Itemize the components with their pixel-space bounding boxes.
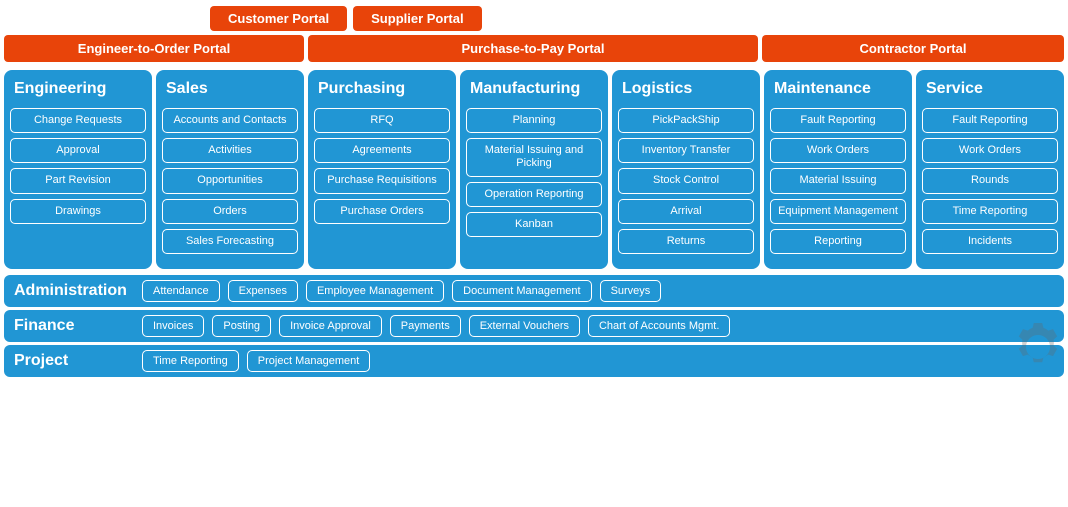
bottom-row-item[interactable]: Employee Management: [306, 280, 444, 302]
column-title: Manufacturing: [466, 80, 602, 98]
module-item[interactable]: Material Issuing: [770, 168, 906, 193]
column-title: Purchasing: [314, 80, 450, 98]
module-item[interactable]: Kanban: [466, 212, 602, 237]
module-item[interactable]: Opportunities: [162, 168, 298, 193]
column-title: Engineering: [10, 80, 146, 98]
module-item[interactable]: Purchase Requisitions: [314, 168, 450, 193]
module-item[interactable]: Fault Reporting: [770, 108, 906, 133]
wide-portal-banner: Engineer-to-Order Portal: [4, 35, 304, 62]
module-item[interactable]: Accounts and Contacts: [162, 108, 298, 133]
wide-portals-row: Engineer-to-Order PortalPurchase-to-Pay …: [0, 35, 1068, 62]
module-item[interactable]: Part Revision: [10, 168, 146, 193]
module-item[interactable]: Returns: [618, 229, 754, 254]
module-item[interactable]: Material Issuing and Picking: [466, 138, 602, 176]
module-item[interactable]: Incidents: [922, 229, 1058, 254]
module-item[interactable]: Purchase Orders: [314, 199, 450, 224]
column-title: Logistics: [618, 80, 754, 98]
wide-portal-banner: Contractor Portal: [762, 35, 1064, 62]
module-item[interactable]: Agreements: [314, 138, 450, 163]
module-item[interactable]: Change Requests: [10, 108, 146, 133]
bottom-row: Finance Invoices Posting Invoice Approval Pa…: [4, 310, 1064, 342]
bottom-row-item[interactable]: External Vouchers: [469, 315, 580, 337]
module-item[interactable]: PickPackShip: [618, 108, 754, 133]
main-columns: Engineering Change Requests Approval Part R…: [0, 66, 1068, 273]
module-column: Purchasing RFQ Agreements Purchase Requisit…: [308, 70, 456, 269]
bottom-row-item[interactable]: Time Reporting: [142, 350, 239, 372]
bottom-row-title: Project: [14, 352, 134, 370]
column-title: Sales: [162, 80, 298, 98]
module-item[interactable]: Rounds: [922, 168, 1058, 193]
module-item[interactable]: Stock Control: [618, 168, 754, 193]
module-item[interactable]: Activities: [162, 138, 298, 163]
bottom-row-item[interactable]: Chart of Accounts Mgmt.: [588, 315, 730, 337]
module-column: Sales Accounts and Contacts Activities Oppo…: [156, 70, 304, 269]
bottom-row-title: Administration: [14, 282, 134, 300]
module-column: Service Fault Reporting Work Orders Rounds T…: [916, 70, 1064, 269]
column-title: Maintenance: [770, 80, 906, 98]
bottom-row-item[interactable]: Posting: [212, 315, 271, 337]
bottom-row-item[interactable]: Payments: [390, 315, 461, 337]
module-item[interactable]: Drawings: [10, 199, 146, 224]
module-item[interactable]: Orders: [162, 199, 298, 224]
bottom-sections: Administration Attendance Expenses Employee…: [0, 275, 1068, 377]
module-column: Engineering Change Requests Approval Part R…: [4, 70, 152, 269]
module-column: Manufacturing Planning Material Issuing an…: [460, 70, 608, 269]
bottom-row-item[interactable]: Expenses: [228, 280, 298, 302]
module-item[interactable]: Fault Reporting: [922, 108, 1058, 133]
module-item[interactable]: Reporting: [770, 229, 906, 254]
bottom-row-item[interactable]: Surveys: [600, 280, 662, 302]
column-title: Service: [922, 80, 1058, 98]
module-column: Logistics PickPackShip Inventory Transfer S…: [612, 70, 760, 269]
bottom-row-item[interactable]: Attendance: [142, 280, 220, 302]
module-item[interactable]: Inventory Transfer: [618, 138, 754, 163]
wide-portal-banner: Purchase-to-Pay Portal: [308, 35, 758, 62]
module-item[interactable]: RFQ: [314, 108, 450, 133]
module-item[interactable]: Work Orders: [922, 138, 1058, 163]
bottom-row-item[interactable]: Project Management: [247, 350, 371, 372]
bottom-row-item[interactable]: Invoice Approval: [279, 315, 382, 337]
bottom-row-item[interactable]: Invoices: [142, 315, 204, 337]
module-column: Maintenance Fault Reporting Work Orders Mat…: [764, 70, 912, 269]
top-portals-row: Customer PortalSupplier Portal: [0, 0, 1068, 35]
module-item[interactable]: Work Orders: [770, 138, 906, 163]
bottom-row-item[interactable]: Document Management: [452, 280, 591, 302]
bottom-row: Project Time Reporting Project Management: [4, 345, 1064, 377]
module-item[interactable]: Sales Forecasting: [162, 229, 298, 254]
module-item[interactable]: Approval: [10, 138, 146, 163]
gear-icon: [1008, 317, 1068, 377]
module-item[interactable]: Time Reporting: [922, 199, 1058, 224]
bottom-row-title: Finance: [14, 317, 134, 335]
module-item[interactable]: Operation Reporting: [466, 182, 602, 207]
bottom-row: Administration Attendance Expenses Employee…: [4, 275, 1064, 307]
module-item[interactable]: Arrival: [618, 199, 754, 224]
module-item[interactable]: Planning: [466, 108, 602, 133]
module-item[interactable]: Equipment Management: [770, 199, 906, 224]
top-portal-btn[interactable]: Customer Portal: [210, 6, 347, 31]
top-portal-btn[interactable]: Supplier Portal: [353, 6, 481, 31]
